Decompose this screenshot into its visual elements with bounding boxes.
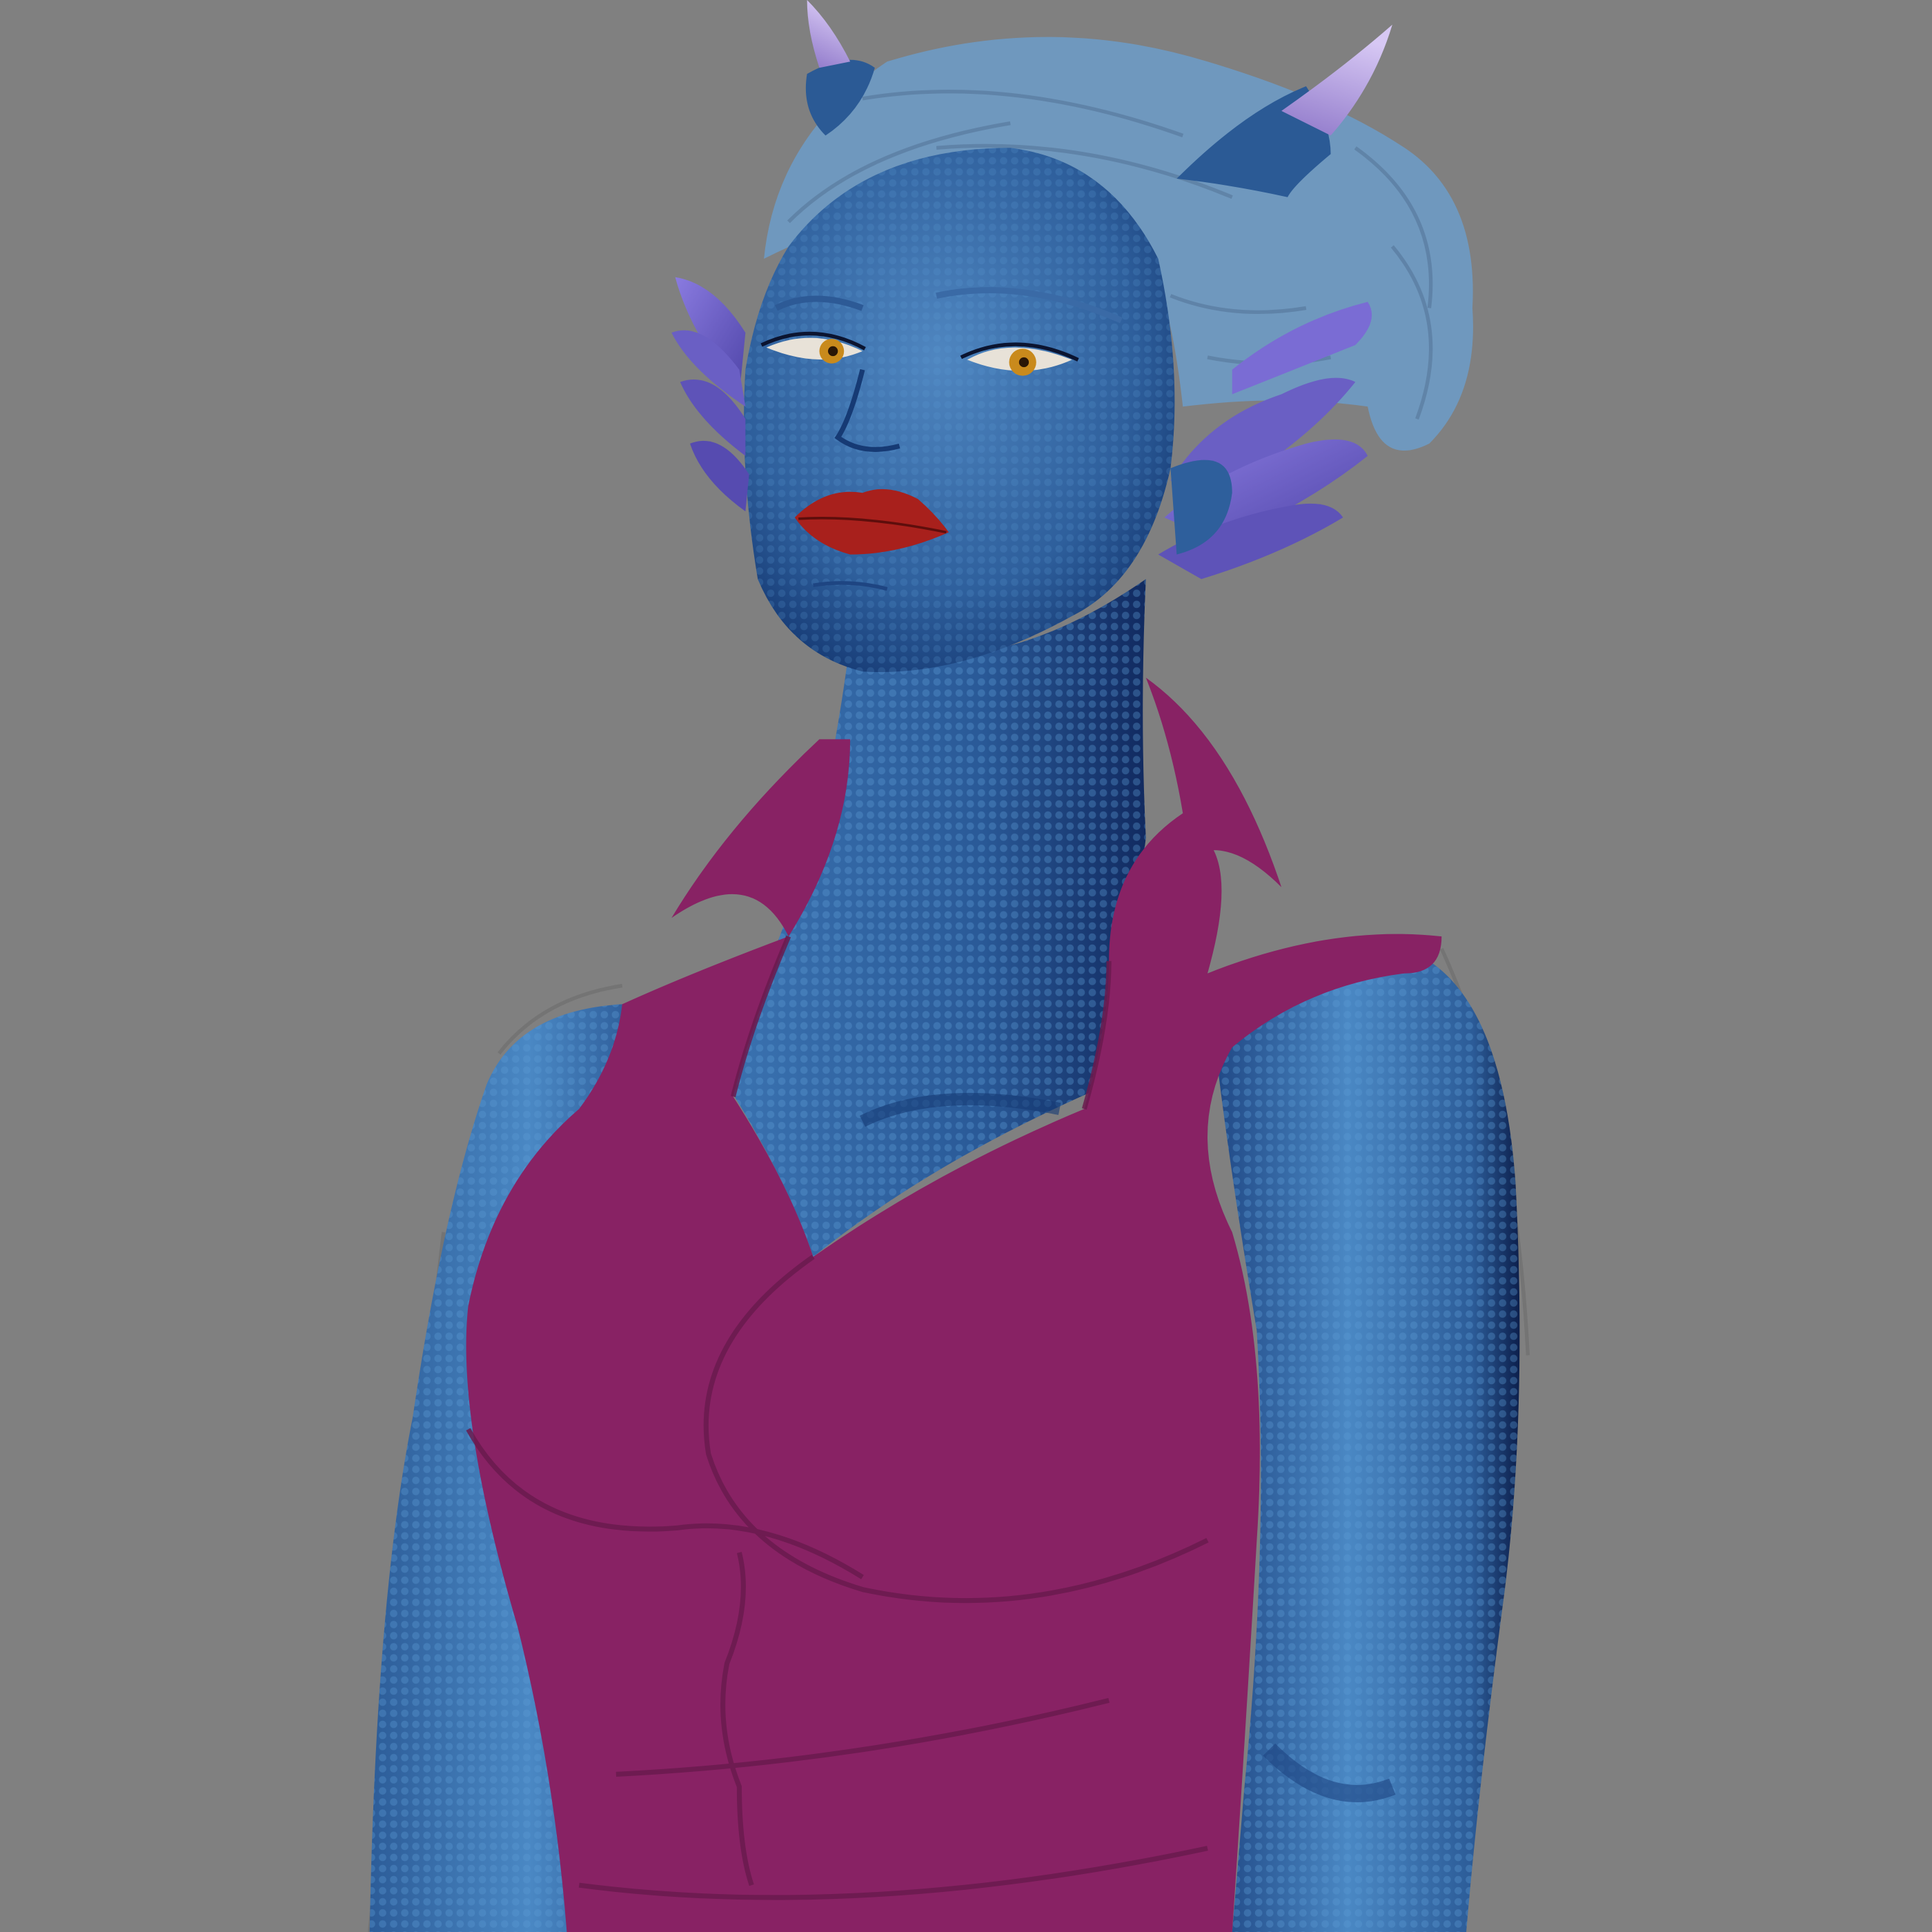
- artwork-canvas: [0, 0, 1932, 1932]
- character-illustration: [368, 0, 1530, 1932]
- left-ear-fin: [671, 277, 749, 512]
- face: [744, 148, 1175, 673]
